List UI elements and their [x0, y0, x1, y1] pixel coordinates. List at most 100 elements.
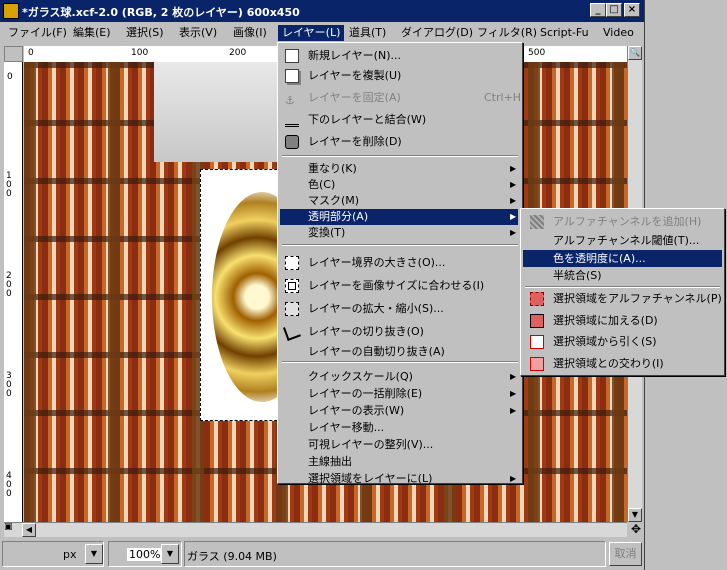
scale-layer-icon — [285, 302, 299, 316]
menu-item-label: レイヤーを複製(U) — [308, 69, 402, 82]
layer-menu-item[interactable]: 色(C) ▶ — [280, 177, 518, 193]
transparency-menu-item[interactable]: 色を透明度に(A)... — [523, 250, 722, 267]
layer-menu-item[interactable]: レイヤーを画像サイズに合わせる(I) — [280, 276, 518, 296]
submenu-arrow-icon: ▶ — [510, 212, 517, 221]
chevron-down-icon[interactable]: ▼ — [161, 544, 179, 564]
layer-menu-item[interactable]: レイヤー境界の大きさ(O)... — [280, 253, 518, 273]
layer-menu-item[interactable]: 主線抽出 — [280, 453, 518, 470]
layer-menu-item[interactable]: レイヤーの一括削除(E) ▶ — [280, 385, 518, 402]
layer-menu-item[interactable]: 重なり(K) ▶ — [280, 161, 518, 177]
unit-select[interactable]: px ▼ — [2, 541, 104, 567]
zoom-select[interactable]: 100% ▼ — [108, 541, 182, 567]
intersect-selection-icon — [530, 357, 544, 371]
ruler-label: 200 — [6, 271, 12, 299]
transparency-menu-item[interactable]: 選択領域との交わり(I) — [523, 354, 722, 374]
submenu-arrow-icon: ▶ — [510, 180, 517, 189]
layer-menu-item[interactable]: レイヤーの表示(W) ▶ — [280, 402, 518, 419]
menu-item-label: レイヤー移動... — [308, 421, 385, 434]
transparency-menu-item: アルファチャンネルを追加(H) — [523, 212, 722, 232]
unit-value: px — [63, 548, 77, 561]
quick-mask-icon[interactable]: ▣ — [4, 522, 20, 536]
status-message: ガラス (9.04 MB) — [184, 541, 606, 567]
transparency-menu-item[interactable]: アルファチャンネル閾値(T)... — [523, 232, 722, 249]
horizontal-scrollbar[interactable]: ◀ — [4, 522, 627, 537]
close-button[interactable]: × — [624, 3, 640, 17]
menu-item-label: 可視レイヤーの整列(V)... — [308, 438, 434, 451]
transparency-menu-item[interactable]: 選択領域をアルファチャンネル(P) — [523, 289, 722, 309]
menu-item-label: 選択領域をレイヤーに(L) — [308, 472, 433, 485]
layer-menu-item[interactable]: 下のレイヤーと結合(W) — [280, 110, 518, 130]
menu-image[interactable]: 画像(I) — [229, 25, 271, 41]
delete-layer-icon — [285, 135, 299, 149]
ruler-corner[interactable] — [4, 46, 23, 62]
layer-menu-item[interactable]: レイヤーを複製(U) — [280, 66, 518, 86]
navigate-icon[interactable]: ✥ — [629, 522, 643, 536]
menu-filters[interactable]: フィルタ(R) — [473, 25, 541, 41]
layer-menu-item[interactable]: 変換(T) ▶ — [280, 225, 518, 241]
menu-item-label: レイヤーの一括削除(E) — [308, 387, 423, 400]
zoom-value[interactable]: 100% — [127, 548, 163, 561]
menu-item-label: 主線抽出 — [308, 455, 352, 468]
menu-item-label: 新規レイヤー(N)... — [308, 49, 401, 62]
merge-down-icon — [285, 113, 299, 127]
menu-bar: ファイル(F) 編集(E) 選択(S) 表示(V) 画像(I) レイヤー(L) … — [0, 23, 644, 43]
menu-item-label: レイヤーを画像サイズに合わせる(I) — [308, 279, 485, 292]
menu-video[interactable]: Video — [599, 25, 638, 41]
menu-item-label: レイヤーを固定(A) — [308, 91, 401, 104]
add-selection-icon — [530, 314, 544, 328]
scroll-down-button[interactable]: ▼ — [628, 508, 642, 522]
selection-to-alpha-icon — [530, 292, 544, 306]
maximize-button[interactable]: □ — [606, 3, 622, 17]
menu-edit[interactable]: 編集(E) — [69, 25, 115, 41]
minimize-button[interactable]: _ — [590, 3, 606, 17]
menu-layer[interactable]: レイヤー(L) — [278, 25, 345, 41]
chevron-down-icon[interactable]: ▼ — [85, 544, 103, 564]
layer-menu-item[interactable]: レイヤーの切り抜き(O) — [280, 322, 518, 342]
layer-menu-item[interactable]: レイヤーを削除(D) — [280, 132, 518, 152]
menu-item-label: レイヤーの拡大・縮小(S)... — [308, 302, 444, 315]
menu-item-label: 選択領域に加える(D) — [553, 314, 658, 327]
menu-script-fu[interactable]: Script-Fu — [536, 25, 593, 41]
menu-view[interactable]: 表示(V) — [175, 25, 221, 41]
layer-menu-item[interactable]: クイックスケール(Q) ▶ — [280, 368, 518, 385]
menu-separator — [282, 155, 518, 157]
menu-item-label: 半統合(S) — [553, 269, 602, 282]
vertical-ruler[interactable]: 0 100 200 300 400 — [4, 62, 23, 522]
submenu-arrow-icon: ▶ — [510, 164, 517, 173]
layer-menu-item[interactable]: 選択領域をレイヤーに(L) ▶ — [280, 470, 518, 487]
menu-item-shortcut: Ctrl+H — [484, 91, 522, 104]
gimp-app-icon[interactable] — [3, 3, 19, 19]
menu-tools[interactable]: 道具(T) — [345, 25, 390, 41]
menu-item-label: 透明部分(A) — [308, 210, 369, 223]
submenu-arrow-icon: ▶ — [510, 372, 517, 381]
menu-select[interactable]: 選択(S) — [122, 25, 168, 41]
menu-dialogs[interactable]: ダイアログ(D) — [397, 25, 477, 41]
title-bar[interactable]: *ガラス球.xcf-2.0 (RGB, 2 枚のレイヤー) 600x450 _ … — [0, 0, 644, 22]
cancel-button[interactable]: 取消 — [609, 542, 642, 566]
layer-menu-item[interactable]: 透明部分(A) ▶ — [280, 209, 518, 225]
zoom-icon[interactable]: 🔍 — [628, 46, 642, 60]
menu-item-label: 色を透明度に(A)... — [553, 252, 646, 265]
layer-menu-item: ⚓ レイヤーを固定(A) Ctrl+H — [280, 88, 522, 108]
menu-item-label: 選択領域との交わり(I) — [553, 357, 664, 370]
transparency-menu-item[interactable]: 半統合(S) — [523, 267, 722, 284]
layer-menu-item[interactable]: 新規レイヤー(N)... — [280, 46, 518, 66]
subtract-selection-icon — [530, 335, 544, 349]
menu-separator — [282, 244, 518, 246]
layer-menu-item[interactable]: マスク(M) ▶ — [280, 193, 518, 209]
layer-menu-item[interactable]: 可視レイヤーの整列(V)... — [280, 436, 518, 453]
layer-menu-item[interactable]: レイヤー移動... — [280, 419, 518, 436]
menu-item-label: レイヤーの自動切り抜き(A) — [308, 345, 445, 358]
menu-file[interactable]: ファイル(F) — [4, 25, 71, 41]
ruler-label: 0 — [28, 48, 34, 58]
layer-menu-item[interactable]: レイヤーの拡大・縮小(S)... — [280, 299, 518, 319]
transparency-menu-item[interactable]: 選択領域に加える(D) — [523, 311, 722, 331]
layer-menu-item[interactable]: レイヤーの自動切り抜き(A) — [280, 342, 518, 362]
layer-boundary-icon — [285, 256, 299, 270]
scroll-left-button[interactable]: ◀ — [22, 523, 36, 537]
layer-info: ガラス (9.04 MB) — [187, 550, 277, 563]
transparency-menu-item[interactable]: 選択領域から引く(S) — [523, 332, 722, 352]
ruler-label: 200 — [229, 48, 247, 58]
ruler-label: 400 — [6, 471, 12, 499]
menu-item-label: レイヤー境界の大きさ(O)... — [308, 256, 446, 269]
